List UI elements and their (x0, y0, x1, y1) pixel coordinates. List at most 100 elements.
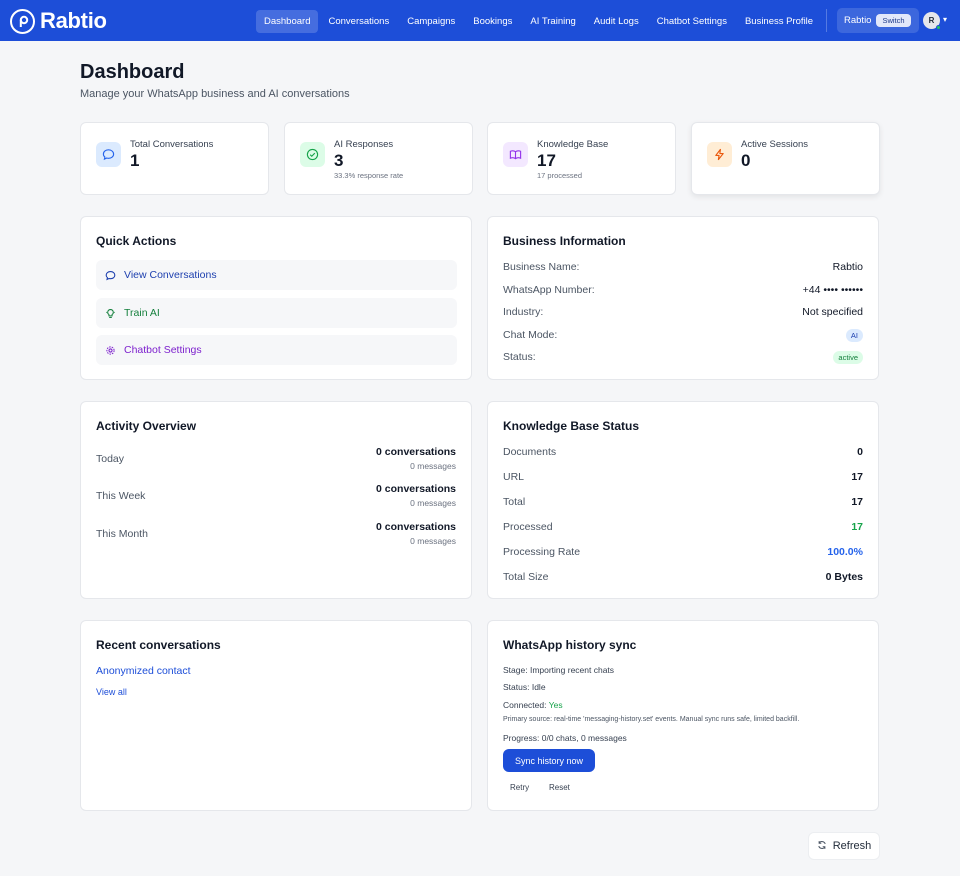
refresh-icon (817, 840, 827, 853)
sync-stage: Stage: Importing recent chats (503, 665, 614, 675)
stat-card-active-sessions: Active Sessions 0 (691, 122, 880, 195)
industry-value: Not specified (802, 306, 863, 318)
sync-stage-label: Stage: (503, 665, 528, 675)
book-icon (503, 142, 528, 167)
activity-today-label: Today (96, 453, 125, 465)
nav-chatbot-settings[interactable]: Chatbot Settings (649, 10, 735, 33)
stat-card-total-conversations: Total Conversations 1 (80, 122, 269, 195)
check-circle-icon (300, 142, 325, 167)
industry-label: Industry: (503, 306, 544, 318)
stat-note: 33.3% response rate (334, 171, 404, 180)
kb-documents-label: Documents (503, 446, 557, 458)
sync-primary-source-note: Primary source: real-time 'messaging-his… (503, 716, 800, 723)
stat-label: Knowledge Base (537, 139, 609, 150)
nav-ai-training[interactable]: AI Training (522, 10, 583, 33)
user-avatar[interactable]: R (923, 12, 941, 30)
quick-action-label: Chatbot Settings (124, 344, 202, 356)
nav-campaigns[interactable]: Campaigns (399, 10, 463, 33)
whatsapp-number-label: WhatsApp Number: (503, 284, 595, 296)
online-status-dot (936, 25, 941, 30)
view-all-link[interactable]: View all (96, 687, 127, 697)
quick-actions-card: Quick Actions View Conversations Train A… (80, 216, 472, 380)
card-title: WhatsApp history sync (503, 638, 637, 652)
quick-action-train-ai[interactable]: Train AI (96, 298, 457, 328)
kb-total-value: 17 (851, 496, 863, 508)
sync-progress-label: Progress: (503, 733, 540, 743)
chevron-down-icon[interactable]: ▾ (943, 15, 947, 24)
stat-value: 0 (741, 151, 751, 170)
stat-card-knowledge-base: Knowledge Base 17 17 processed (487, 122, 676, 195)
whatsapp-history-sync-card: WhatsApp history sync Stage: Importing r… (487, 620, 879, 811)
activity-today-messages: 0 messages (410, 461, 456, 471)
stat-value: 17 (537, 151, 556, 170)
chat-bubble-icon (104, 269, 116, 281)
chat-mode-badge: AI (845, 329, 863, 342)
activity-week-conversations: 0 conversations (376, 483, 456, 495)
kb-documents-value: 0 (857, 446, 863, 458)
recent-conversations-card: Recent conversations Anonymized contact … (80, 620, 472, 811)
activity-month-messages: 0 messages (410, 536, 456, 546)
recent-contact-link[interactable]: Anonymized contact (96, 665, 191, 677)
kb-url-label: URL (503, 471, 525, 483)
sync-status-label: Status: (503, 682, 530, 692)
rabtio-logo-icon (10, 8, 35, 34)
chat-bubble-icon (96, 142, 121, 167)
quick-action-label: Train AI (124, 307, 160, 319)
nav-divider (826, 9, 827, 32)
nav-dashboard[interactable]: Dashboard (256, 10, 319, 33)
avatar-initial: R (928, 16, 935, 25)
card-title: Knowledge Base Status (503, 419, 640, 433)
card-title: Business Information (503, 234, 626, 248)
lightning-icon (707, 142, 732, 167)
quick-action-view-conversations[interactable]: View Conversations (96, 260, 457, 290)
sync-status-value: Idle (531, 682, 546, 692)
activity-month-label: This Month (96, 528, 148, 540)
business-name-value: Rabtio (832, 261, 863, 273)
gear-icon (104, 344, 116, 356)
whatsapp-number-value: +44 •••• •••••• (802, 284, 863, 296)
refresh-button[interactable]: Refresh (808, 832, 880, 860)
nav-audit-logs[interactable]: Audit Logs (586, 10, 647, 33)
knowledge-base-status-card: Knowledge Base Status Documents 0 URL 17… (487, 401, 879, 599)
activity-week-label: This Week (96, 490, 146, 502)
brand-name: Rabtio (40, 8, 107, 33)
stat-value: 1 (130, 151, 140, 170)
sync-status: Status: Idle (503, 682, 546, 692)
card-title: Quick Actions (96, 234, 177, 248)
kb-processing-rate-value: 100.0% (827, 546, 863, 558)
business-name-label: Business Name: (503, 261, 580, 273)
kb-total-size-label: Total Size (503, 571, 549, 583)
quick-action-label: View Conversations (124, 269, 217, 281)
quick-action-chatbot-settings[interactable]: Chatbot Settings (96, 335, 457, 365)
sync-connected: Connected: Yes (503, 700, 563, 710)
stat-value: 3 (334, 151, 344, 170)
activity-overview-card: Activity Overview Today 0 conversations … (80, 401, 472, 599)
brand-logo[interactable]: Rabtio (10, 8, 107, 34)
kb-url-value: 17 (851, 471, 863, 483)
sync-connected-value: Yes (548, 700, 563, 710)
refresh-label: Refresh (832, 840, 872, 852)
reset-button[interactable]: Reset (542, 781, 577, 794)
stat-label: Total Conversations (130, 139, 214, 150)
retry-button[interactable]: Retry (503, 781, 536, 794)
stat-label: AI Responses (334, 139, 394, 150)
sync-progress: Progress: 0/0 chats, 0 messages (503, 733, 627, 743)
business-switcher[interactable]: Rabtio Switch (837, 8, 919, 33)
kb-processing-rate-label: Processing Rate (503, 546, 581, 558)
switch-business-button[interactable]: Switch (876, 14, 911, 27)
lightbulb-icon (104, 307, 116, 319)
stat-card-ai-responses: AI Responses 3 33.3% response rate (284, 122, 473, 195)
card-title: Recent conversations (96, 638, 221, 652)
nav-conversations[interactable]: Conversations (320, 10, 397, 33)
kb-processed-label: Processed (503, 521, 553, 533)
sync-stage-value: Importing recent chats (529, 665, 615, 675)
status-badge: active (833, 351, 863, 364)
sync-history-button[interactable]: Sync history now (503, 749, 595, 772)
page-title: Dashboard (80, 61, 185, 83)
top-navbar: Rabtio Dashboard Conversations Campaigns… (0, 0, 960, 41)
sync-connected-label: Connected: (503, 700, 547, 710)
current-business-name: Rabtio (844, 15, 872, 26)
nav-business-profile[interactable]: Business Profile (737, 10, 821, 33)
nav-bookings[interactable]: Bookings (465, 10, 520, 33)
business-information-card: Business Information Business Name: Rabt… (487, 216, 879, 380)
